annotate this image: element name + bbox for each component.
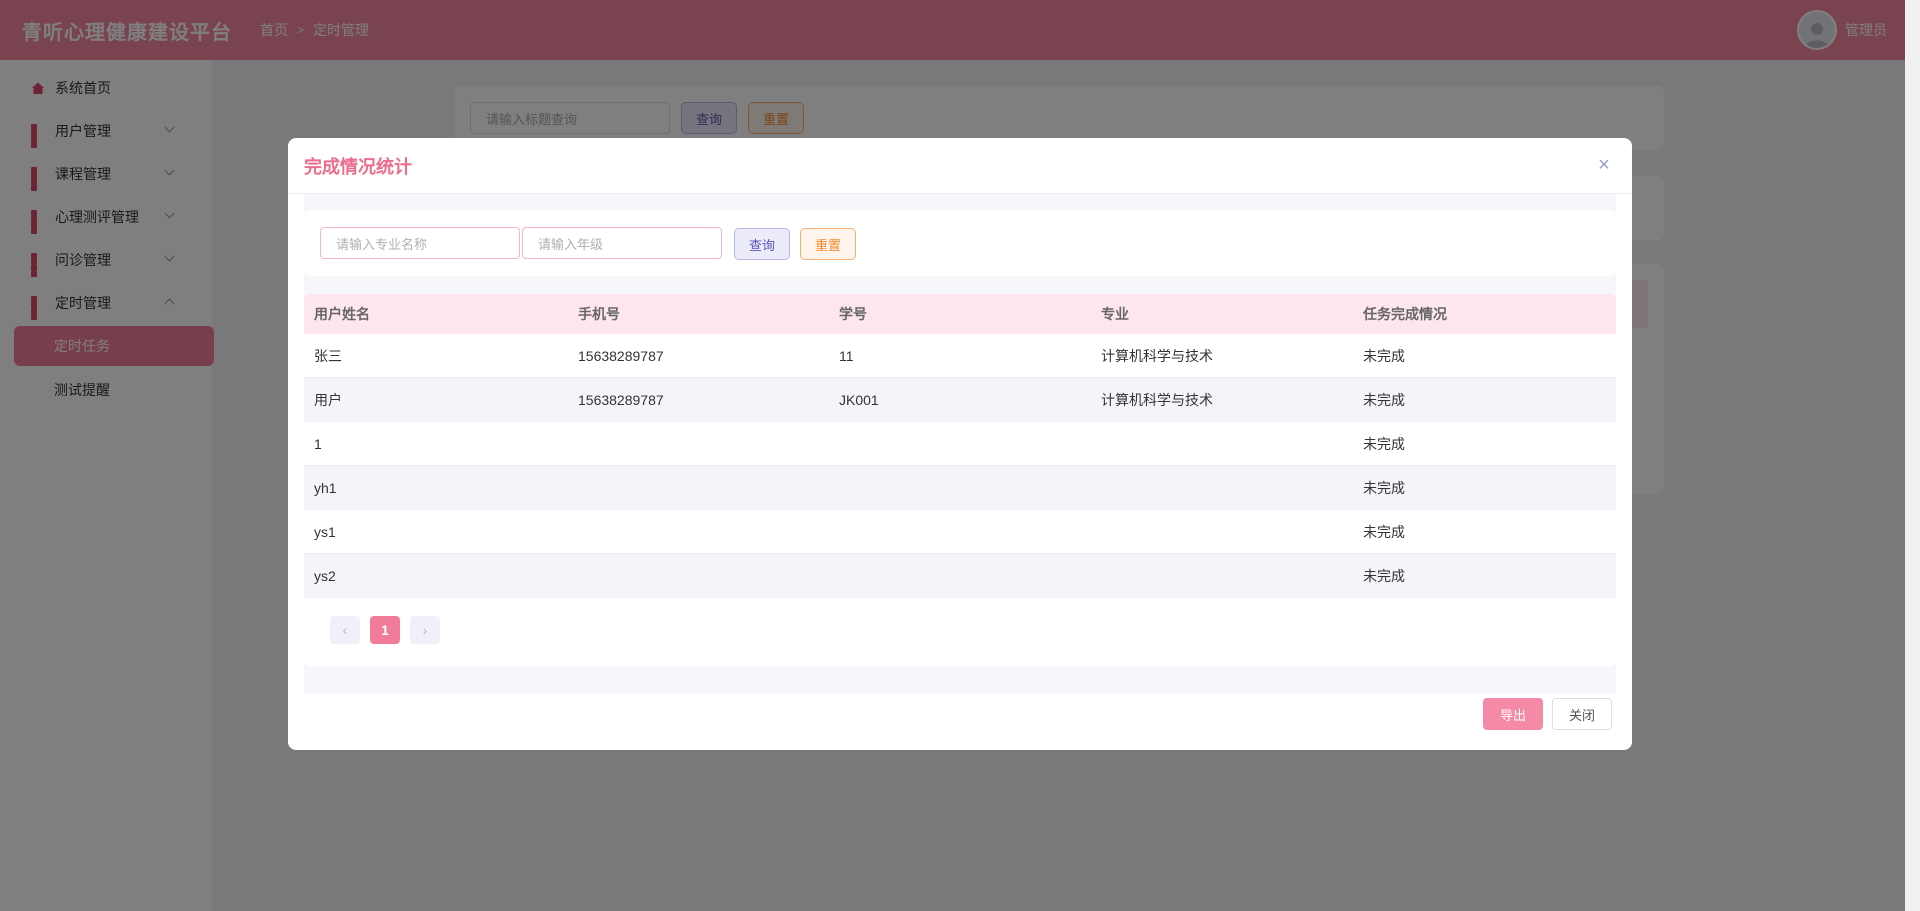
table-row[interactable]: 1 未完成 (304, 422, 1616, 466)
table-row[interactable]: 张三 15638289787 11 计算机科学与技术 未完成 (304, 334, 1616, 378)
export-button[interactable]: 导出 (1483, 698, 1543, 730)
filter-bar: 请输入专业名称 请输入年级 查询 重置 (304, 210, 1616, 276)
cell-username: 张三 (314, 347, 342, 364)
prev-page-button[interactable]: ‹ (330, 616, 360, 644)
cell-major: 计算机科学与技术 (1101, 347, 1213, 364)
page-number-button[interactable]: 1 (370, 616, 400, 644)
cell-status: 未完成 (1363, 523, 1405, 540)
pagination: ‹ 1 › (330, 616, 450, 644)
dialog-title: 完成情况统计 (304, 156, 412, 177)
table-row[interactable]: 用户 15638289787 JK001 计算机科学与技术 未完成 (304, 378, 1616, 422)
completion-stats-dialog: 完成情况统计 × 请输入专业名称 请输入年级 查询 重置 用户姓名 手机号 学号… (288, 138, 1632, 750)
cell-username: 1 (314, 435, 322, 452)
dialog-body: 请输入专业名称 请输入年级 查询 重置 用户姓名 手机号 学号 专业 任务完成情… (304, 194, 1616, 694)
reset-button[interactable]: 重置 (800, 228, 856, 260)
close-button[interactable]: 关闭 (1552, 698, 1612, 730)
table-row[interactable]: yh1 未完成 (304, 466, 1616, 510)
cell-major: 计算机科学与技术 (1101, 391, 1213, 408)
cell-student-id: JK001 (839, 391, 879, 408)
table-row[interactable]: ys2 未完成 (304, 554, 1616, 598)
dialog-footer: 导出 关闭 (1483, 698, 1612, 730)
cell-username: 用户 (314, 391, 342, 408)
cell-status: 未完成 (1363, 391, 1405, 408)
column-header[interactable]: 学号 (829, 304, 1091, 324)
cell-username: ys2 (314, 567, 336, 584)
cell-student-id: 11 (839, 347, 854, 364)
cell-phone: 15638289787 (578, 391, 664, 408)
cell-status: 未完成 (1363, 347, 1405, 364)
column-header[interactable]: 手机号 (568, 304, 829, 324)
cell-status: 未完成 (1363, 479, 1405, 496)
cell-phone: 15638289787 (578, 347, 664, 364)
column-header[interactable]: 用户姓名 (304, 304, 568, 324)
column-header[interactable]: 任务完成情况 (1353, 304, 1616, 324)
cell-status: 未完成 (1363, 435, 1405, 452)
cell-username: ys1 (314, 523, 336, 540)
table-header: 用户姓名 手机号 学号 专业 任务完成情况 (304, 294, 1616, 334)
completion-table: 用户姓名 手机号 学号 专业 任务完成情况 张三 15638289787 11 … (304, 294, 1616, 666)
grade-input[interactable]: 请输入年级 (522, 227, 722, 259)
query-button[interactable]: 查询 (734, 228, 790, 260)
close-icon[interactable]: × (1594, 155, 1614, 175)
cell-username: yh1 (314, 479, 337, 496)
table-body: 张三 15638289787 11 计算机科学与技术 未完成 用户 156382… (304, 334, 1616, 598)
major-name-input[interactable]: 请输入专业名称 (320, 227, 520, 259)
cell-status: 未完成 (1363, 567, 1405, 584)
page-scrollbar[interactable] (1905, 0, 1920, 911)
dialog-header: 完成情况统计 × (288, 138, 1632, 194)
next-page-button[interactable]: › (410, 616, 440, 644)
column-header[interactable]: 专业 (1091, 304, 1353, 324)
table-row[interactable]: ys1 未完成 (304, 510, 1616, 554)
